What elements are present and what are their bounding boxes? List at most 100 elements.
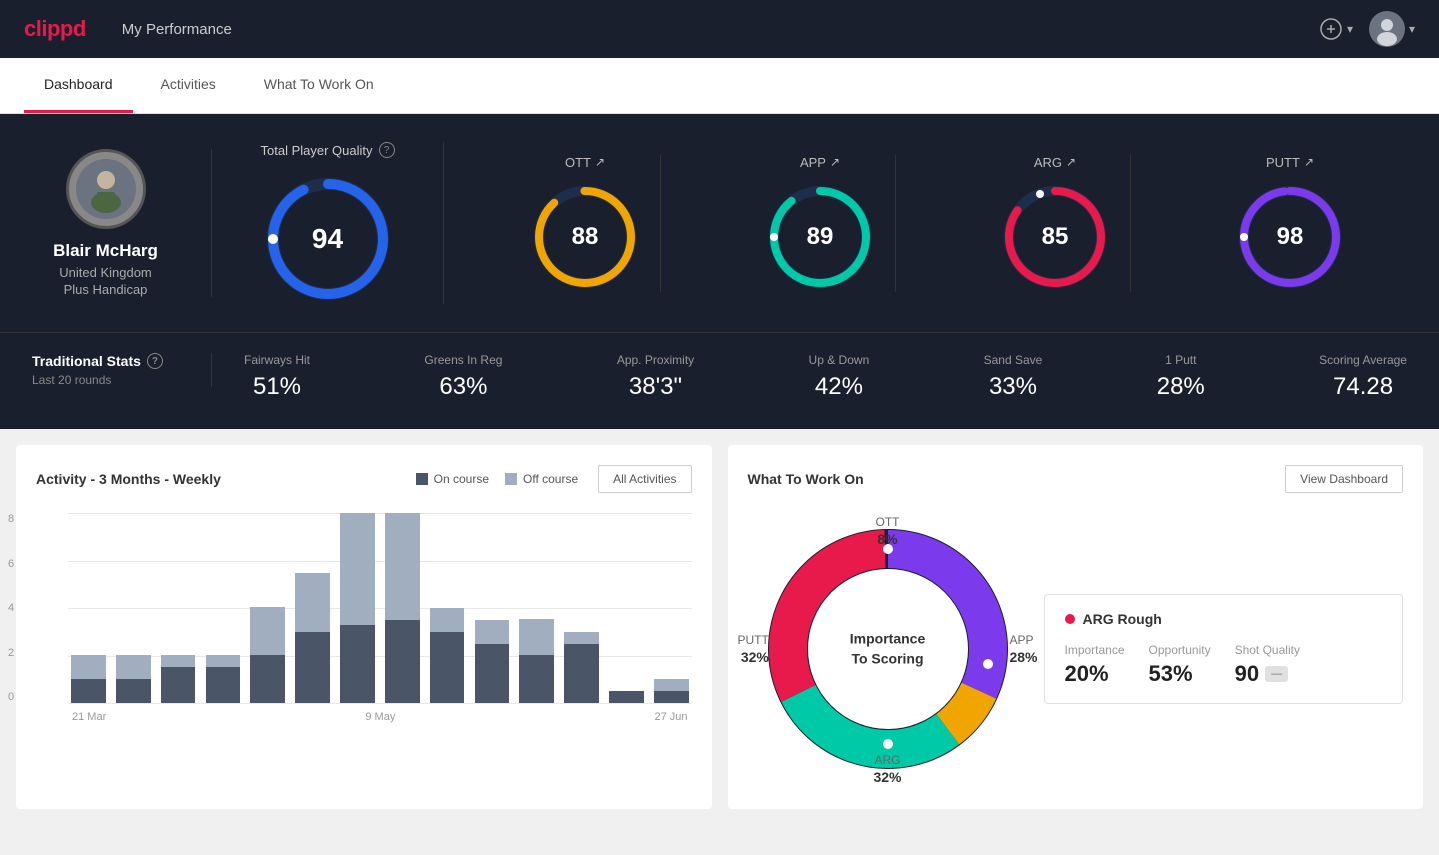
bar-on-course bbox=[564, 644, 599, 703]
trad-stats-label: Traditional Stats ? bbox=[32, 353, 179, 369]
tab-dashboard[interactable]: Dashboard bbox=[24, 58, 133, 113]
seg-label-putt: PUTT 32% bbox=[738, 631, 769, 667]
header-right: ▾ ▾ bbox=[1319, 11, 1415, 47]
bar-group bbox=[337, 513, 378, 703]
bar-off-course bbox=[654, 679, 689, 691]
bar-off-course bbox=[564, 632, 599, 644]
ott-ring: 88 bbox=[530, 182, 640, 292]
activity-title: Activity - 3 Months - Weekly bbox=[36, 471, 221, 487]
tab-activities[interactable]: Activities bbox=[141, 58, 236, 113]
help-icon[interactable]: ? bbox=[379, 142, 395, 158]
bar-group bbox=[561, 513, 602, 703]
user-avatar-button[interactable]: ▾ bbox=[1369, 11, 1415, 47]
cat-label-putt: PUTT ↗ bbox=[1266, 155, 1314, 170]
add-button[interactable]: ▾ bbox=[1319, 17, 1353, 41]
putt-value: 98 bbox=[1277, 223, 1304, 251]
bar-group bbox=[382, 513, 423, 703]
bar-off-course bbox=[250, 607, 285, 655]
tabs-bar: Dashboard Activities What To Work On bbox=[0, 58, 1439, 114]
logo[interactable]: clippd bbox=[24, 16, 86, 42]
what-to-work-on-card: What To Work On View Dashboard bbox=[728, 445, 1424, 809]
trad-help-icon[interactable]: ? bbox=[147, 353, 163, 369]
bar-off-course bbox=[295, 573, 330, 632]
bar-group bbox=[68, 513, 109, 703]
bar-on-course bbox=[250, 655, 285, 703]
bar-off-course bbox=[161, 655, 196, 667]
bar-group bbox=[202, 513, 243, 703]
bar-off-course bbox=[430, 608, 465, 632]
stat-items: Fairways Hit 51% Greens In Reg 63% App. … bbox=[212, 353, 1407, 401]
tab-what-to-work-on[interactable]: What To Work On bbox=[244, 58, 394, 113]
category-scores: OTT ↗ 88 APP ↗ bbox=[444, 155, 1407, 292]
trend-icon-ott: ↗ bbox=[595, 155, 605, 169]
y-label-4: 4 bbox=[8, 602, 14, 614]
arg-value: 85 bbox=[1042, 223, 1069, 251]
bar-on-course bbox=[161, 667, 196, 703]
app-ring: 89 bbox=[765, 182, 875, 292]
bar-group bbox=[471, 513, 512, 703]
metric-opportunity: Opportunity 53% bbox=[1149, 643, 1211, 687]
bar-off-course bbox=[385, 513, 420, 620]
app-value: 89 bbox=[807, 223, 834, 251]
stat-app-proximity: App. Proximity 38'3" bbox=[617, 353, 694, 401]
stat-greens-in-reg: Greens In Reg 63% bbox=[424, 353, 502, 401]
legend-on-course: On course bbox=[416, 472, 489, 486]
bar-on-course bbox=[295, 632, 330, 703]
stat-scoring-avg: Scoring Average 74.28 bbox=[1319, 353, 1407, 401]
stats-row: Traditional Stats ? Last 20 rounds Fairw… bbox=[0, 332, 1439, 429]
arg-ring: 85 bbox=[1000, 182, 1110, 292]
seg-label-app: APP 28% bbox=[1009, 631, 1037, 667]
y-label-6: 6 bbox=[8, 558, 14, 570]
chart-bars bbox=[68, 513, 692, 703]
seg-label-arg: ARG 32% bbox=[873, 751, 901, 787]
wtwo-content: ImportanceTo Scoring OTT 8% APP 28% ARG … bbox=[748, 509, 1404, 789]
player-country: United Kingdom bbox=[59, 265, 152, 280]
x-label-mar: 21 Mar bbox=[72, 711, 106, 723]
bar-on-course bbox=[654, 691, 689, 703]
bar-group bbox=[516, 513, 557, 703]
bar-group bbox=[247, 513, 288, 703]
bar-off-course bbox=[116, 655, 151, 679]
user-menu-chevron: ▾ bbox=[1409, 22, 1415, 36]
wtwo-title: What To Work On bbox=[748, 471, 864, 487]
cat-label-ott: OTT ↗ bbox=[565, 155, 605, 170]
total-quality: Total Player Quality ? 94 bbox=[244, 142, 444, 304]
cat-score-putt: PUTT ↗ 98 bbox=[1215, 155, 1365, 292]
legend-off-course: Off course bbox=[505, 472, 578, 486]
stat-one-putt: 1 Putt 28% bbox=[1157, 353, 1205, 401]
bar-off-course bbox=[475, 620, 510, 644]
header-left: clippd My Performance bbox=[24, 16, 232, 42]
view-dashboard-button[interactable]: View Dashboard bbox=[1285, 465, 1403, 493]
metric-importance: Importance 20% bbox=[1065, 643, 1125, 687]
putt-ring: 98 bbox=[1235, 182, 1345, 292]
bar-on-course bbox=[71, 679, 106, 703]
bar-on-course bbox=[385, 620, 420, 703]
main-content: Activity - 3 Months - Weekly On course O… bbox=[0, 429, 1439, 825]
wtwo-header: What To Work On View Dashboard bbox=[748, 465, 1404, 493]
y-label-8: 8 bbox=[8, 513, 14, 525]
avatar bbox=[1369, 11, 1405, 47]
player-handicap: Plus Handicap bbox=[64, 282, 148, 297]
ott-value: 88 bbox=[572, 223, 599, 251]
trend-icon-arg: ↗ bbox=[1066, 155, 1076, 169]
trad-stats-sublabel: Last 20 rounds bbox=[32, 373, 179, 387]
avatar bbox=[66, 149, 146, 229]
all-activities-button[interactable]: All Activities bbox=[598, 465, 691, 493]
bar-off-course bbox=[519, 619, 554, 655]
stat-up-down: Up & Down 42% bbox=[809, 353, 870, 401]
bar-on-course bbox=[475, 644, 510, 703]
cat-score-app: APP ↗ 89 bbox=[745, 155, 896, 292]
detail-dot bbox=[1065, 614, 1075, 624]
bar-on-course bbox=[206, 667, 241, 703]
chart-y-labels: 8 6 4 2 0 bbox=[8, 513, 14, 703]
bar-group bbox=[651, 513, 692, 703]
donut-center-label: ImportanceTo Scoring bbox=[850, 629, 925, 668]
seg-label-ott: OTT 8% bbox=[876, 513, 900, 549]
bar-group bbox=[292, 513, 333, 703]
bar-off-course bbox=[71, 655, 106, 679]
activity-chart-card: Activity - 3 Months - Weekly On course O… bbox=[16, 445, 712, 809]
detail-title: ARG Rough bbox=[1065, 611, 1383, 627]
scores-section: Total Player Quality ? 94 bbox=[212, 142, 1407, 304]
bar-off-course bbox=[340, 513, 375, 625]
stat-sand-save: Sand Save 33% bbox=[984, 353, 1043, 401]
